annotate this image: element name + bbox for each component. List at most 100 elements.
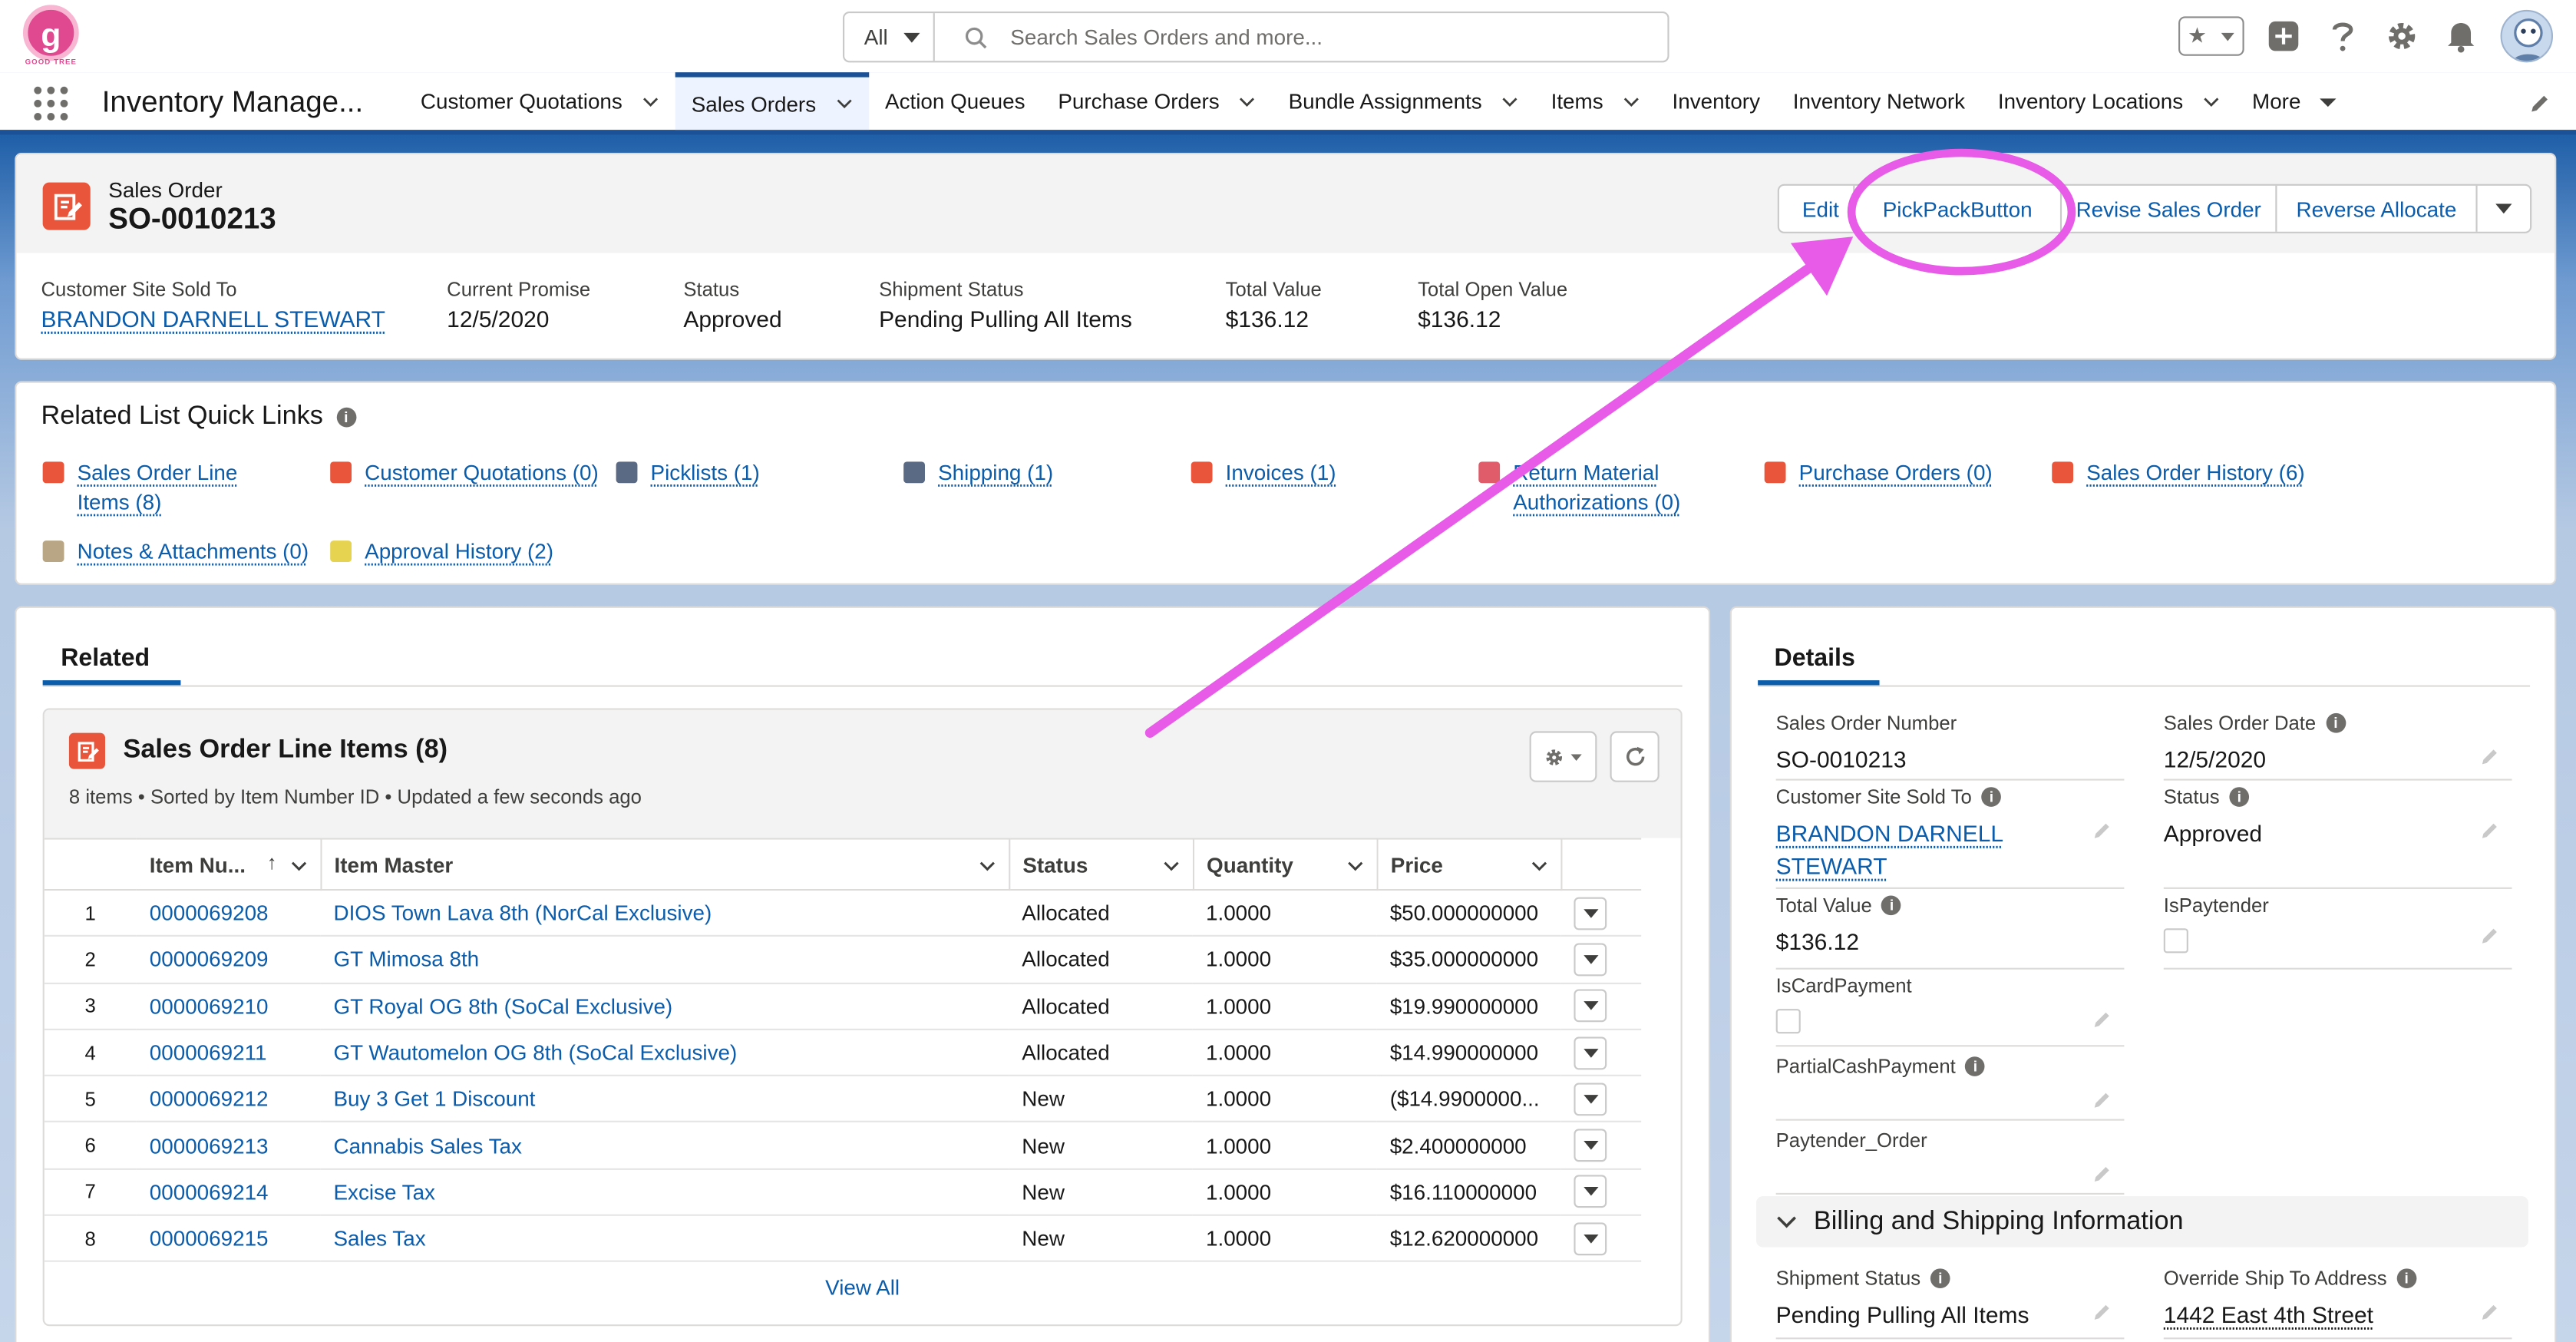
override-ship-to-link[interactable]: 1442 East 4th Street — [2164, 1298, 2512, 1331]
user-avatar[interactable] — [2500, 9, 2554, 63]
nav-item-inventory-network[interactable]: Inventory Network — [1776, 72, 1981, 130]
edit-nav-pencil-icon[interactable] — [2530, 94, 2550, 114]
nav-item-more[interactable]: More — [2236, 72, 2353, 130]
row-actions-button[interactable] — [1574, 1175, 1607, 1209]
chevron-down-icon[interactable] — [642, 93, 659, 109]
org-logo[interactable]: g GOOD TREE — [21, 5, 81, 71]
nav-item-inventory[interactable]: Inventory — [1656, 72, 1776, 130]
column-header-price[interactable]: Price — [1376, 838, 1562, 891]
more-actions-button[interactable] — [2478, 186, 2530, 232]
item-master-link[interactable]: Buy 3 Get 1 Discount — [320, 1076, 1009, 1123]
pencil-icon[interactable] — [2093, 1091, 2112, 1109]
quick-link-invoices[interactable]: Invoices (1) — [1191, 458, 1336, 488]
item-number-link[interactable]: 0000069215 — [136, 1215, 321, 1263]
quick-link-notes-attachments[interactable]: Notes & Attachments (0) — [42, 537, 309, 567]
row-actions-button[interactable] — [1574, 896, 1607, 930]
chevron-down-icon[interactable] — [2203, 93, 2219, 109]
pencil-icon[interactable] — [2481, 748, 2499, 766]
global-create-button[interactable] — [2264, 16, 2303, 55]
item-master-link[interactable]: Sales Tax — [320, 1215, 1009, 1263]
quick-link-sales-order-line-items[interactable]: Sales Order Line Items (8) — [42, 458, 238, 517]
item-number-link[interactable]: 0000069213 — [136, 1122, 321, 1170]
column-header-status[interactable]: Status — [1009, 838, 1194, 891]
pencil-icon[interactable] — [2481, 927, 2499, 945]
column-header-item-master[interactable]: Item Master — [320, 838, 1010, 891]
pencil-icon[interactable] — [2093, 1165, 2112, 1183]
ispaytender-checkbox[interactable] — [2163, 928, 2188, 954]
info-icon[interactable]: i — [335, 407, 356, 428]
nav-item-action-queues[interactable]: Action Queues — [869, 72, 1042, 130]
nav-item-customer-quotations[interactable]: Customer Quotations — [405, 72, 675, 130]
item-master-link[interactable]: GT Royal OG 8th (SoCal Exclusive) — [320, 983, 1009, 1030]
info-icon[interactable]: i — [2229, 787, 2250, 807]
tab-details[interactable]: Details — [1775, 644, 1855, 672]
nav-item-inventory-locations[interactable]: Inventory Locations — [1981, 72, 2235, 130]
revise-sales-order-button[interactable]: Revise Sales Order — [2062, 185, 2277, 232]
list-title[interactable]: Sales Order Line Items (8) — [124, 736, 448, 766]
row-actions-button[interactable] — [1574, 1036, 1607, 1069]
search-input[interactable]: Search Sales Orders and more... — [1010, 25, 1323, 49]
nav-item-items[interactable]: Items — [1534, 72, 1656, 130]
app-launcher-icon[interactable] — [33, 85, 69, 121]
info-icon[interactable]: i — [2396, 1268, 2417, 1288]
item-master-link[interactable]: GT Mimosa 8th — [320, 936, 1009, 984]
info-icon[interactable]: i — [1881, 895, 1902, 916]
chevron-down-icon[interactable] — [1623, 93, 1639, 109]
item-master-link[interactable]: Cannabis Sales Tax — [320, 1122, 1009, 1170]
nav-item-bundle-assignments[interactable]: Bundle Assignments — [1272, 72, 1534, 130]
pickpack-button[interactable]: PickPackButton — [1854, 185, 2062, 232]
item-master-link[interactable]: Excise Tax — [320, 1168, 1009, 1217]
chevron-down-icon[interactable] — [836, 95, 852, 111]
caret-down-icon[interactable] — [2320, 93, 2337, 109]
quick-link-shipping[interactable]: Shipping (1) — [903, 458, 1053, 488]
pencil-icon[interactable] — [2481, 821, 2499, 840]
edit-button[interactable]: Edit — [1779, 185, 1855, 232]
item-number-link[interactable]: 0000069210 — [136, 983, 321, 1030]
help-button[interactable] — [2323, 16, 2362, 55]
chevron-down-icon[interactable] — [1239, 93, 1255, 109]
item-number-link[interactable]: 0000069212 — [136, 1076, 321, 1123]
item-number-link[interactable]: 0000069209 — [136, 936, 321, 984]
favorites-button[interactable]: ★ — [2178, 16, 2244, 56]
pencil-icon[interactable] — [2093, 1010, 2112, 1029]
refresh-button[interactable] — [1610, 731, 1660, 782]
item-master-link[interactable]: DIOS Town Lava 8th (NorCal Exclusive) — [320, 889, 1009, 937]
row-actions-button[interactable] — [1574, 1083, 1607, 1116]
iscardpayment-checkbox[interactable] — [1775, 1009, 1801, 1034]
view-all-link[interactable]: View All — [45, 1275, 1681, 1300]
search-scope-select[interactable]: All — [844, 13, 935, 61]
item-number-link[interactable]: 0000069214 — [136, 1168, 321, 1217]
quick-link-return-material-authorizations[interactable]: Return Material Authorizations (0) — [1478, 458, 1680, 517]
info-icon[interactable]: i — [1930, 1268, 1950, 1288]
column-header-quantity[interactable]: Quantity — [1192, 838, 1378, 891]
quick-link-sales-order-history[interactable]: Sales Order History (6) — [2052, 458, 2305, 488]
pencil-icon[interactable] — [2481, 1303, 2499, 1321]
quick-link-approval-history[interactable]: Approval History (2) — [330, 537, 553, 567]
sold-to-link[interactable]: BRANDON DARNELL STEWART — [1776, 817, 2125, 883]
row-actions-button[interactable] — [1574, 1221, 1607, 1255]
row-actions-button[interactable] — [1574, 1129, 1607, 1162]
reverse-allocate-button[interactable]: Reverse Allocate — [2277, 185, 2478, 232]
nav-item-purchase-orders[interactable]: Purchase Orders — [1042, 72, 1272, 130]
chevron-down-icon[interactable] — [1501, 93, 1518, 109]
billing-shipping-section-header[interactable]: Billing and Shipping Information — [1755, 1196, 2528, 1248]
column-header-item-number[interactable]: Item Nu... ↑ — [136, 838, 322, 891]
quick-link-picklists[interactable]: Picklists (1) — [616, 458, 760, 488]
quick-link-purchase-orders[interactable]: Purchase Orders (0) — [1764, 458, 1993, 488]
sold-to-link[interactable]: BRANDON DARNELL STEWART — [41, 306, 385, 332]
quick-link-customer-quotations[interactable]: Customer Quotations (0) — [330, 458, 599, 488]
info-icon[interactable]: i — [1965, 1056, 1986, 1076]
info-icon[interactable]: i — [1981, 787, 2002, 807]
row-actions-button[interactable] — [1574, 989, 1607, 1023]
setup-button[interactable] — [2382, 16, 2421, 55]
item-number-link[interactable]: 0000069208 — [136, 889, 321, 937]
nav-item-sales-orders[interactable]: Sales Orders — [675, 72, 869, 131]
pencil-icon[interactable] — [2093, 821, 2112, 840]
list-settings-button[interactable] — [1529, 731, 1597, 782]
item-number-link[interactable]: 0000069211 — [136, 1029, 321, 1077]
item-master-link[interactable]: GT Wautomelon OG 8th (SoCal Exclusive) — [320, 1029, 1009, 1077]
row-actions-button[interactable] — [1574, 943, 1607, 977]
info-icon[interactable]: i — [2326, 712, 2346, 733]
pencil-icon[interactable] — [2093, 1303, 2112, 1321]
notifications-button[interactable] — [2441, 16, 2480, 55]
